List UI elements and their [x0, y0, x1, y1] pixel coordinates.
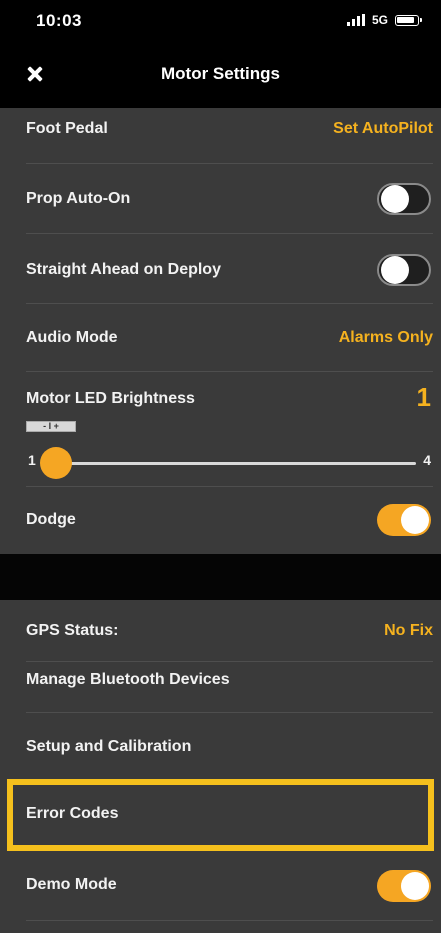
setting-row-prop-auto-on: Prop Auto-On	[0, 164, 441, 234]
page-title: Motor Settings	[161, 64, 280, 83]
setup-calibration-label: Setup and Calibration	[26, 738, 192, 755]
slider-max-label: 4	[423, 452, 431, 468]
setting-row-straight-ahead: Straight Ahead on Deploy	[0, 234, 441, 304]
setting-row-error-codes[interactable]: Error Codes	[0, 779, 441, 851]
section-separator	[0, 554, 441, 600]
slider-min-label: 1	[28, 452, 36, 468]
gps-status-value: No Fix	[384, 622, 433, 639]
demo-mode-label: Demo Mode	[26, 876, 117, 893]
audio-mode-value[interactable]: Alarms Only	[339, 329, 433, 347]
setting-row-demo-mode: Demo Mode	[0, 851, 441, 921]
status-indicators: 5G	[346, 13, 422, 27]
manage-bluetooth-label: Manage Bluetooth Devices	[26, 671, 230, 688]
brightness-slider-thumb[interactable]	[40, 447, 72, 479]
foot-pedal-value[interactable]: Set AutoPilot	[333, 120, 433, 138]
prop-auto-on-toggle[interactable]	[377, 183, 431, 215]
brightness-icon: - I +	[26, 421, 76, 432]
network-label: 5G	[371, 13, 388, 27]
dodge-label: Dodge	[26, 511, 76, 528]
divider	[26, 920, 433, 921]
led-brightness-label: Motor LED Brightness	[26, 390, 195, 407]
brightness-slider-track[interactable]	[52, 462, 416, 465]
setting-row-audio-mode[interactable]: Audio Mode Alarms Only	[0, 304, 441, 372]
setting-row-foot-pedal[interactable]: Foot Pedal Set AutoPilot	[0, 108, 441, 164]
foot-pedal-label: Foot Pedal	[26, 120, 108, 137]
divider	[26, 712, 433, 713]
setting-row-setup-calibration[interactable]: Setup and Calibration	[0, 720, 441, 779]
error-codes-label: Error Codes	[26, 805, 119, 822]
toggle-knob	[381, 256, 409, 284]
led-brightness-value: 1	[416, 382, 431, 412]
nav-bar: Motor Settings	[0, 42, 441, 108]
status-bar: 10:03 5G	[0, 0, 441, 42]
setting-row-manage-bluetooth[interactable]: Manage Bluetooth Devices	[0, 662, 441, 720]
toggle-knob	[401, 872, 429, 900]
toggle-knob	[401, 506, 429, 534]
battery-icon	[395, 14, 422, 26]
toggle-knob	[381, 185, 409, 213]
straight-ahead-label: Straight Ahead on Deploy	[26, 261, 221, 278]
setting-row-dodge: Dodge	[0, 487, 441, 554]
status-time: 10:03	[36, 11, 82, 30]
signal-bars-icon	[346, 14, 365, 26]
audio-mode-label: Audio Mode	[26, 329, 118, 346]
setting-row-gps-status: GPS Status: No Fix	[0, 600, 441, 662]
straight-ahead-toggle[interactable]	[377, 254, 431, 286]
dodge-toggle[interactable]	[377, 504, 431, 536]
prop-auto-on-label: Prop Auto-On	[26, 190, 131, 207]
gps-status-label: GPS Status:	[26, 622, 119, 639]
motor-settings-screen: 10:03 5G Motor Settings Foot Pedal Set A…	[0, 0, 441, 933]
demo-mode-toggle[interactable]	[377, 870, 431, 902]
